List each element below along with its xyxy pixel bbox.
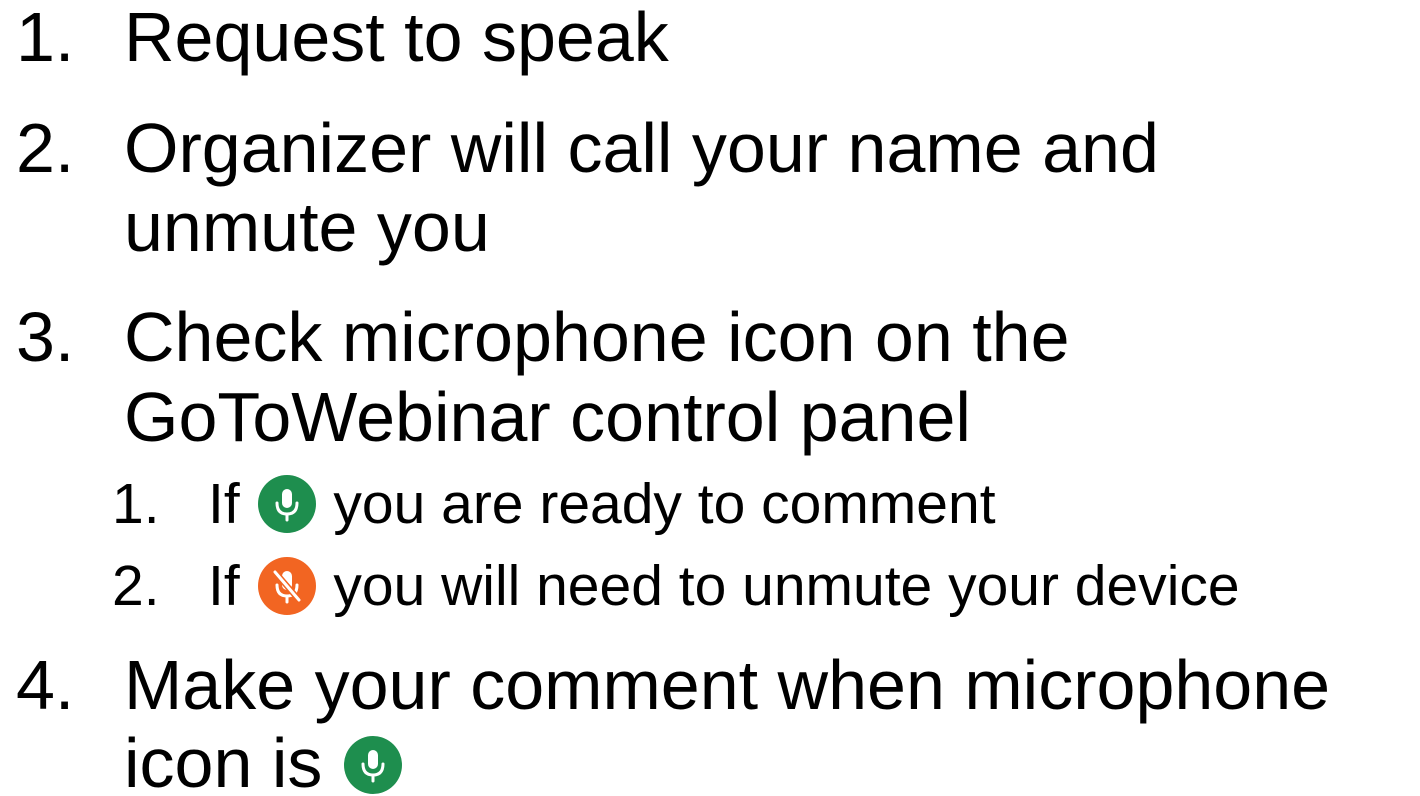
step-4-text-line-1: Make your comment when microphone	[124, 646, 1331, 724]
microphone-unmuted-icon	[342, 734, 404, 796]
step-2-continuation: unmute you	[0, 192, 1420, 264]
microphone-unmuted-icon	[256, 473, 318, 535]
substep-3-1-text: If you are ready to comment	[208, 473, 996, 539]
substep-3-2-text: If you will need to unmute your device	[208, 555, 1240, 621]
step-4: 4. Make your comment when microphone	[0, 650, 1420, 722]
substep-3-2-prefix: If	[208, 554, 240, 618]
substep-3-1-suffix: you are ready to comment	[333, 472, 996, 536]
step-4-number: 4.	[16, 646, 75, 724]
step-2-text-line-1: Organizer will call your name and	[124, 109, 1159, 187]
step-2-text-line-2: unmute you	[124, 188, 490, 266]
substep-3-2-suffix: you will need to unmute your device	[333, 554, 1240, 618]
step-3-text-line-1: Check microphone icon on the	[124, 298, 1070, 376]
step-3-text-line-2: GoToWebinar control panel	[124, 378, 971, 456]
step-4-text-line-2: icon is	[124, 724, 323, 796]
microphone-muted-icon	[256, 555, 318, 617]
substep-3-2: 2. If you will need to unmute your devic…	[0, 554, 1420, 621]
substep-3-1: 1. If you are ready to comment	[0, 472, 1420, 539]
step-2-number: 2.	[16, 109, 75, 187]
step-1-number: 1.	[16, 0, 75, 76]
step-4-continuation: icon is	[0, 728, 1420, 796]
step-1-text: Request to speak	[124, 0, 669, 76]
substep-3-1-number: 1.	[112, 472, 160, 536]
step-1: 1. Request to speak	[0, 2, 1420, 74]
step-3-continuation: GoToWebinar control panel	[0, 382, 1420, 454]
step-3-number: 3.	[16, 298, 75, 376]
step-3: 3. Check microphone icon on the	[0, 302, 1420, 374]
substep-3-2-number: 2.	[112, 554, 160, 618]
step-2: 2. Organizer will call your name and	[0, 113, 1420, 185]
instruction-slide: 1. Request to speak 2. Organizer will ca…	[0, 0, 1420, 796]
step-4-text-line-2-wrap: icon is	[124, 728, 404, 796]
substep-3-1-prefix: If	[208, 472, 240, 536]
